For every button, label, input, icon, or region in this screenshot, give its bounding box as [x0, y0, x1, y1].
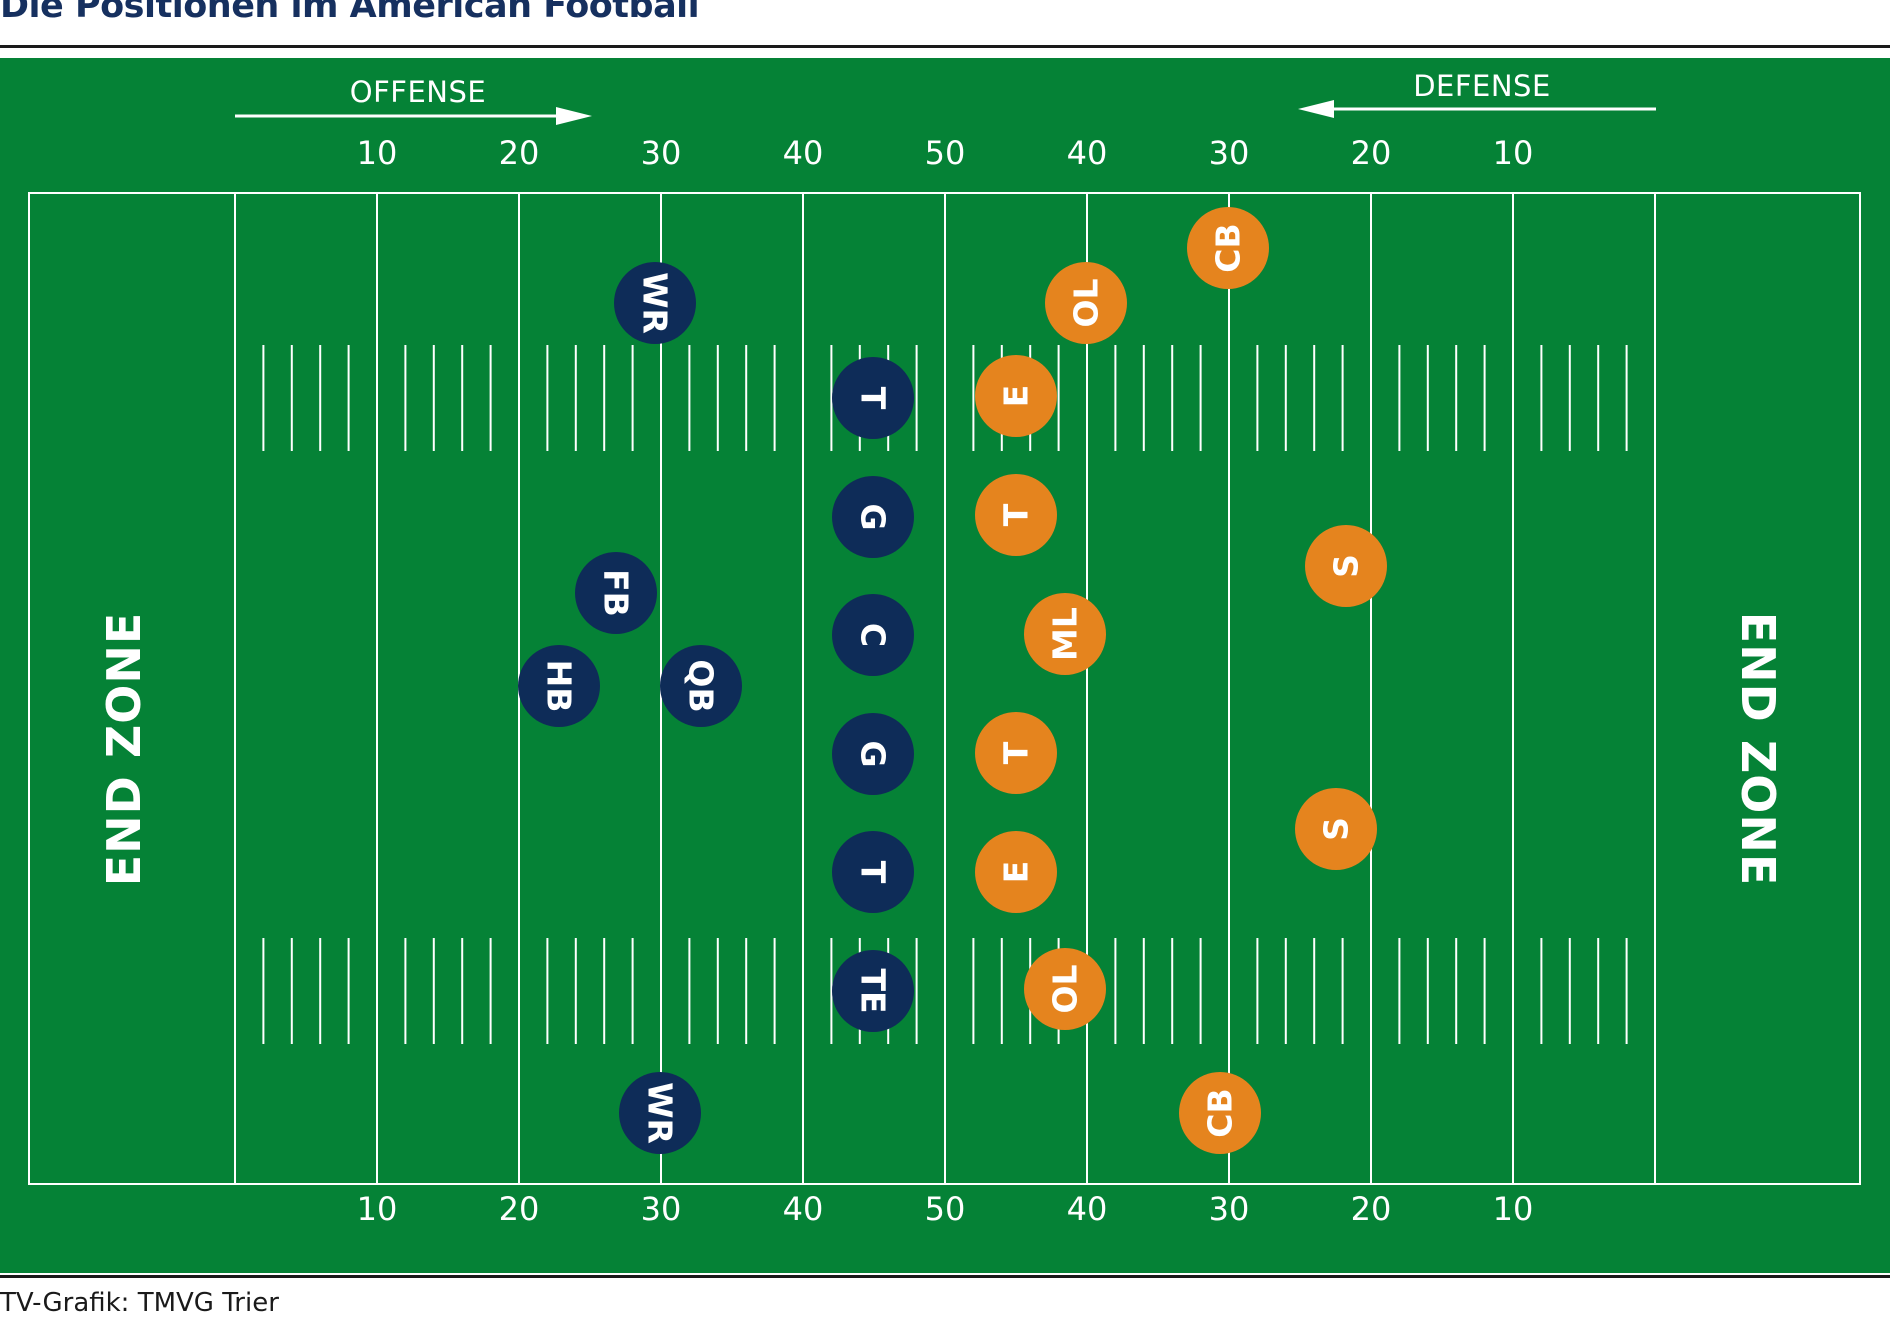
direction-labels: OFFENSE DEFENSE: [235, 69, 1656, 125]
defense-player-label: T: [997, 741, 1036, 764]
yard-number: 10: [357, 1190, 398, 1228]
offense-player-label: T: [854, 861, 893, 884]
yard-number: 50: [925, 1190, 966, 1228]
end-zone-right-label: END ZONE: [1731, 612, 1785, 887]
yard-number: 20: [1351, 134, 1392, 172]
defense-player-label: S: [1317, 817, 1356, 841]
yard-number: 20: [499, 134, 540, 172]
yard-number: 10: [1493, 1190, 1534, 1228]
end-zone-left-label: END ZONE: [97, 612, 151, 887]
offense-direction-label: OFFENSE: [350, 75, 486, 109]
yard-number: 40: [783, 134, 824, 172]
offense-players: WR T G C G T TE FB HB QB WR: [518, 262, 914, 1154]
offense-player-label: FB: [597, 569, 636, 617]
defense-player-label: E: [997, 861, 1036, 884]
offense-player-label: HB: [540, 660, 579, 713]
offense-arrow-head-icon: [556, 107, 592, 125]
yard-number: 40: [783, 1190, 824, 1228]
defense-player-label: OL: [1046, 964, 1085, 1013]
offense-player-label: WR: [636, 272, 675, 334]
yard-number: 50: [925, 134, 966, 172]
yard-number: 20: [1351, 1190, 1392, 1228]
field-diagram: OFFENSE DEFENSE 10 10 20 20 30 30 40 40 50 50 40 40…: [28, 69, 1861, 1228]
offense-player-label: G: [854, 740, 893, 767]
defense-player-label: CB: [1201, 1088, 1240, 1137]
defense-player-label: OL: [1067, 278, 1106, 327]
football-field: OFFENSE DEFENSE 10 10 20 20 30 30 40 40 50 50 40 40…: [0, 58, 1890, 1273]
source-credit: TV-Grafik: TMVG Trier: [0, 1288, 279, 1318]
offense-player-label: C: [854, 623, 893, 647]
yard-number: 20: [499, 1190, 540, 1228]
yard-number: 30: [1209, 1190, 1250, 1228]
offense-player-label: TE: [854, 968, 893, 1013]
defense-player-label: ML: [1046, 607, 1085, 661]
page-title: Die Positionen im American Football: [0, 0, 700, 26]
offense-player-label: G: [854, 503, 893, 530]
yard-number: 30: [641, 134, 682, 172]
yard-number: 40: [1067, 134, 1108, 172]
offense-player-label: QB: [682, 659, 721, 712]
defense-direction-label: DEFENSE: [1413, 69, 1551, 103]
defense-arrow-head-icon: [1298, 100, 1334, 118]
yard-number: 10: [1493, 134, 1534, 172]
yard-number: 30: [1209, 134, 1250, 172]
defense-player-label: T: [997, 503, 1036, 526]
defense-player-label: S: [1327, 554, 1366, 578]
offense-player-label: WR: [641, 1082, 680, 1144]
yard-number: 10: [357, 134, 398, 172]
offense-player-label: T: [854, 387, 893, 410]
yard-number: 40: [1067, 1190, 1108, 1228]
bottom-divider: [0, 1275, 1890, 1278]
top-divider: [0, 45, 1890, 48]
defense-players: CB OL E T ML T E OL S S CB: [975, 207, 1387, 1154]
yard-number: 30: [641, 1190, 682, 1228]
defense-player-label: CB: [1209, 223, 1248, 272]
field-markings: [28, 192, 1861, 1185]
defense-player-label: E: [997, 385, 1036, 408]
